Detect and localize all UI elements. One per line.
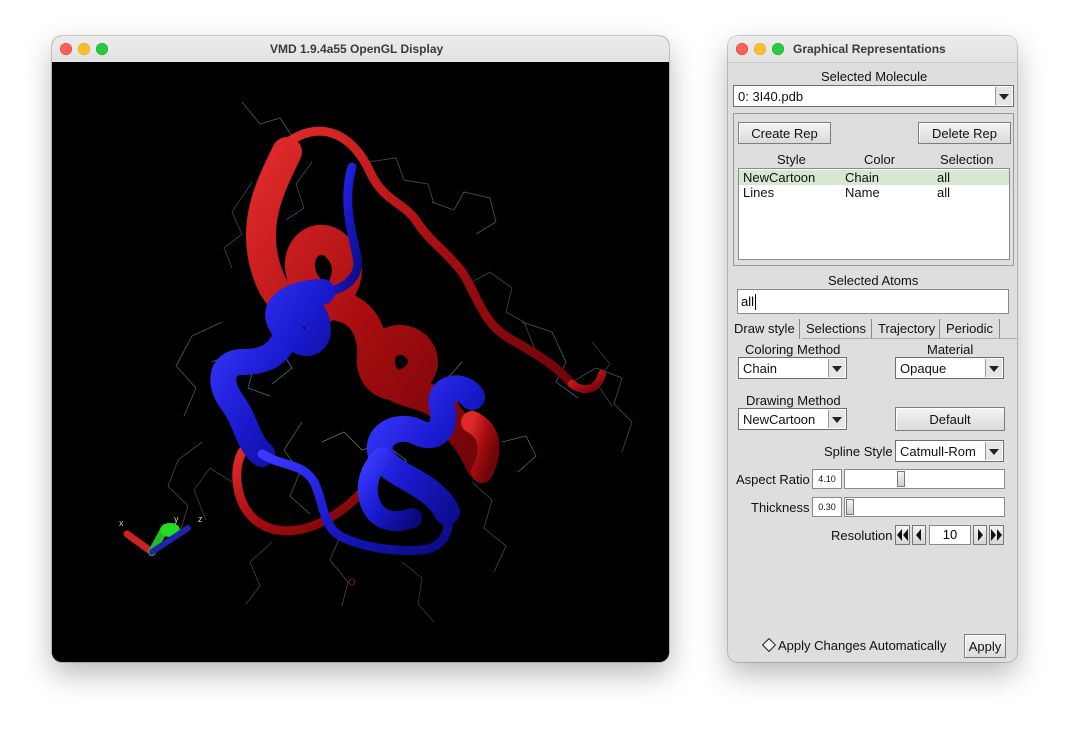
reps-titlebar[interactable]: Graphical Representations bbox=[728, 36, 1017, 63]
drawing-method-value: NewCartoon bbox=[743, 412, 816, 427]
resolution-label: Resolution bbox=[831, 528, 893, 543]
opengl-display-window: VMD 1.9.4a55 OpenGL Display x y z bbox=[52, 36, 669, 662]
rep-selection: all bbox=[937, 185, 951, 200]
resolution-increase-button[interactable] bbox=[973, 525, 987, 545]
right-arrow-icon bbox=[978, 529, 983, 541]
aspect-ratio-slider-thumb[interactable] bbox=[896, 471, 905, 487]
selected-molecule-value: 0: 3I40.pdb bbox=[738, 89, 804, 104]
selected-molecule-menu[interactable]: 0: 3I40.pdb bbox=[733, 85, 1014, 107]
tab-draw-style[interactable]: Draw style bbox=[730, 319, 800, 339]
selected-atoms-label: Selected Atoms bbox=[828, 273, 919, 288]
text-cursor bbox=[755, 294, 756, 310]
material-label: Material bbox=[927, 342, 974, 357]
create-rep-button[interactable]: Create Rep bbox=[738, 122, 831, 144]
close-window-button[interactable] bbox=[60, 43, 72, 55]
rep-color: Name bbox=[845, 185, 880, 200]
display-window-title: VMD 1.9.4a55 OpenGL Display bbox=[270, 42, 444, 56]
color-column-header: Color bbox=[864, 152, 896, 167]
thickness-value: 0.30 bbox=[812, 497, 842, 517]
chevron-down-icon bbox=[995, 87, 1012, 105]
thickness-label: Thickness bbox=[751, 500, 810, 515]
drawing-method-label: Drawing Method bbox=[746, 393, 841, 408]
drawing-method-menu[interactable]: NewCartoon bbox=[738, 408, 847, 430]
resolution-decrease-button[interactable] bbox=[912, 525, 926, 545]
resolution-decrease-fast-button[interactable] bbox=[895, 525, 910, 545]
thickness-slider[interactable] bbox=[844, 497, 1005, 517]
style-column-header: Style bbox=[777, 152, 806, 167]
minimize-window-button[interactable] bbox=[78, 43, 90, 55]
default-button[interactable]: Default bbox=[895, 407, 1005, 431]
selected-atoms-input[interactable]: all bbox=[737, 289, 1009, 314]
tab-selections[interactable]: Selections bbox=[802, 319, 872, 339]
reps-group: Create Rep Delete Rep Style Color Select… bbox=[733, 113, 1014, 266]
delete-rep-button[interactable]: Delete Rep bbox=[918, 122, 1011, 144]
spline-style-label: Spline Style bbox=[824, 444, 893, 459]
zoom-window-button[interactable] bbox=[772, 43, 784, 55]
rep-style: Lines bbox=[743, 185, 775, 200]
selected-molecule-label: Selected Molecule bbox=[821, 69, 928, 84]
aspect-ratio-value: 4.10 bbox=[812, 469, 842, 489]
selection-column-header: Selection bbox=[940, 152, 994, 167]
spline-style-value: Catmull-Rom bbox=[900, 444, 976, 459]
reps-window-title: Graphical Representations bbox=[793, 42, 946, 56]
double-right-arrow-icon bbox=[991, 529, 1002, 541]
rep-row[interactable]: NewCartoon Chain all bbox=[739, 170, 1009, 185]
graphical-representations-window: Graphical Representations Selected Molec… bbox=[728, 36, 1017, 662]
thickness-slider-thumb[interactable] bbox=[846, 499, 854, 515]
close-window-button[interactable] bbox=[736, 43, 748, 55]
tab-periodic[interactable]: Periodic bbox=[942, 319, 1000, 339]
rep-style: NewCartoon bbox=[743, 170, 816, 185]
coloring-method-label: Coloring Method bbox=[745, 342, 841, 357]
material-value: Opaque bbox=[900, 361, 947, 376]
reps-list[interactable]: NewCartoon Chain all Lines Name all bbox=[738, 168, 1010, 260]
minimize-window-button[interactable] bbox=[754, 43, 766, 55]
molecule-viewport[interactable]: x y z bbox=[52, 62, 669, 662]
apply-auto-checkbox[interactable] bbox=[761, 637, 777, 653]
aspect-ratio-label: Aspect Ratio bbox=[736, 472, 810, 487]
tab-trajectory[interactable]: Trajectory bbox=[874, 319, 940, 339]
chevron-down-icon bbox=[985, 442, 1002, 460]
rep-row[interactable]: Lines Name all bbox=[739, 185, 1009, 200]
tab-divider bbox=[802, 338, 1017, 339]
material-menu[interactable]: Opaque bbox=[895, 357, 1004, 379]
rep-color: Chain bbox=[845, 170, 879, 185]
display-titlebar[interactable]: VMD 1.9.4a55 OpenGL Display bbox=[52, 36, 669, 63]
apply-button[interactable]: Apply bbox=[964, 634, 1006, 658]
y-axis-label: y bbox=[174, 514, 179, 524]
chevron-down-icon bbox=[828, 410, 845, 428]
resolution-increase-fast-button[interactable] bbox=[989, 525, 1004, 545]
apply-auto-label: Apply Changes Automatically bbox=[778, 638, 947, 653]
zoom-window-button[interactable] bbox=[96, 43, 108, 55]
coloring-method-menu[interactable]: Chain bbox=[738, 357, 847, 379]
chevron-down-icon bbox=[828, 359, 845, 377]
spline-style-menu[interactable]: Catmull-Rom bbox=[895, 440, 1004, 462]
selected-atoms-value: all bbox=[741, 294, 755, 309]
chevron-down-icon bbox=[985, 359, 1002, 377]
double-left-arrow-icon bbox=[897, 529, 908, 541]
coloring-method-value: Chain bbox=[743, 361, 777, 376]
z-axis-label: z bbox=[198, 514, 203, 524]
aspect-ratio-slider[interactable] bbox=[844, 469, 1005, 489]
resolution-input[interactable]: 10 bbox=[929, 525, 971, 545]
resolution-value: 10 bbox=[942, 527, 958, 542]
x-axis-label: x bbox=[119, 518, 124, 528]
left-arrow-icon bbox=[916, 529, 921, 541]
rep-selection: all bbox=[937, 170, 951, 185]
